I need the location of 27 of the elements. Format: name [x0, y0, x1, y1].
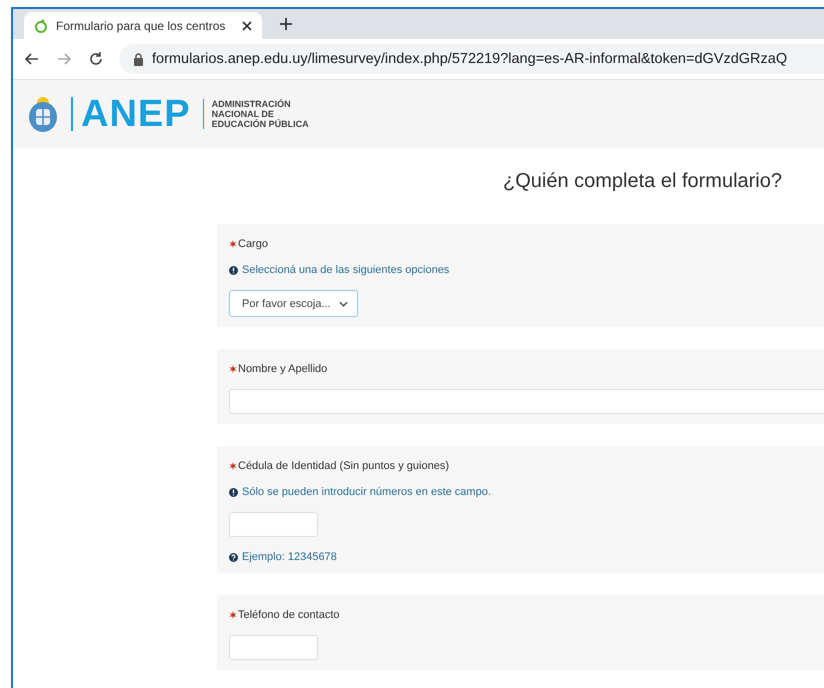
close-icon[interactable]	[242, 20, 252, 30]
question-label: Cédula de Identidad (Sin puntos y guiones)	[238, 460, 449, 472]
reload-icon[interactable]	[87, 50, 105, 68]
apple-icon	[34, 18, 48, 32]
input-field[interactable]	[229, 389, 824, 414]
logo-subtitle: NACIONAL DE	[212, 109, 275, 119]
question-label: Teléfono de contacto	[238, 609, 340, 621]
logo-subtitle: ADMINISTRACIÓN	[212, 99, 292, 109]
browser-tab[interactable]: Formulario para que los centros	[24, 12, 262, 39]
tab-title: Formulario para que los centros	[56, 18, 226, 32]
address-bar[interactable]: formularios.anep.edu.uy/limesurvey/index.php/572219?lang=es-AR-informal&token=dGVzdGRzaQ	[119, 44, 824, 74]
help-icon	[229, 552, 238, 562]
chevron-icon	[339, 300, 348, 306]
hint-text: Sólo se pueden introducir números en este campo.	[242, 486, 491, 498]
question-label: Nombre y Apellido	[238, 363, 328, 375]
question-label: Cargo	[238, 238, 268, 250]
input-field[interactable]	[229, 512, 318, 537]
info-icon	[229, 266, 238, 274]
page-title: ¿Quién completa el formulario?	[502, 170, 782, 192]
hint-text: Seleccioná una de las siguientes opciones	[242, 264, 450, 276]
input-field[interactable]	[229, 635, 318, 660]
dropdown[interactable]: Por favor escoja...	[229, 290, 358, 317]
info-icon	[229, 488, 238, 496]
logo-subtitle: EDUCACIÓN PÚBLICA	[212, 119, 309, 129]
brand-logo: ANEP	[81, 92, 191, 136]
lock-icon	[133, 52, 144, 66]
example-text: Ejemplo: 12345678	[242, 551, 337, 563]
